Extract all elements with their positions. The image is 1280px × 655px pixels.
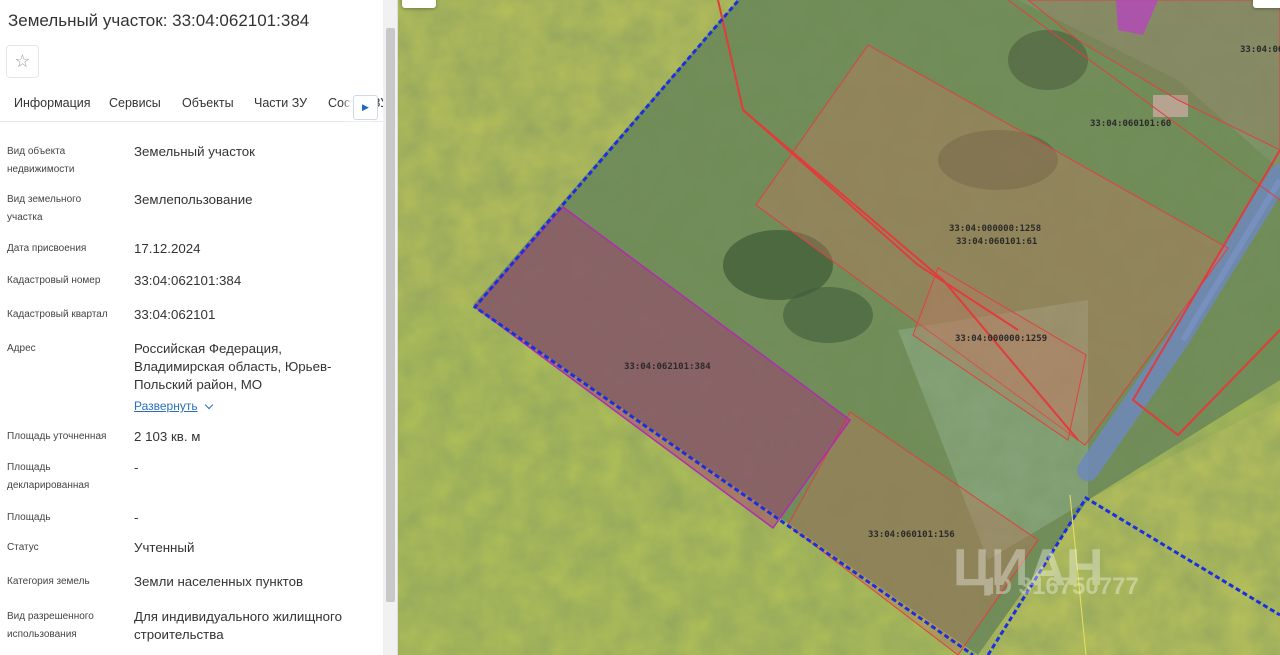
tab-bar: Информация Сервисы Объекты Части ЗУ Сост… [0,90,383,122]
field-value[interactable]: 33:04:062101 [134,306,366,324]
chevron-right-icon: ▶ [362,102,369,112]
chevron-down-icon [204,400,213,410]
field-value: Земли населенных пунктов [134,574,304,589]
map-layers-button[interactable] [1253,0,1280,8]
info-panel: Земельный участок: 33:04:062101:384 ☆ Ин… [0,0,398,655]
field-value: Земельный участок [134,144,256,159]
field-value: 2 103 кв. м [134,429,201,444]
field-label: Площадь декларированная [7,462,90,491]
field-value: - [134,510,139,525]
parcel-label: 33:04:060101:156 [868,530,955,540]
parcel-label: 33:04:000000:1258 [949,224,1041,234]
tab-services[interactable]: Сервисы [109,96,161,110]
tree-cluster [783,287,873,343]
parcel-label: 33:04:06 [1240,45,1280,55]
parcel-label: 33:04:060101:61 [956,237,1037,247]
field-label: Дата присвоения [7,243,87,254]
tab-objects[interactable]: Объекты [182,96,234,110]
field-value: Землепользование [134,192,253,207]
field-value[interactable]: 33:04:062101:384 [134,272,366,290]
field-label: Вид разрешенного использования [7,611,94,640]
parcel-label: 33:04:000000:1259 [955,334,1047,344]
parcel-label: 33:04:060101:60 [1090,119,1171,129]
field-value: - [134,460,139,475]
favorite-button[interactable]: ☆ [6,45,39,78]
expand-link-label[interactable]: Развернуть [134,399,198,413]
cadastral-map[interactable]: ЦИАН ID 316750777 33:04:062101:384 33:04… [398,0,1280,655]
watermark-id: ID 316750777 [988,573,1139,600]
field-label: Кадастровый номер [7,275,101,286]
field-label: Вид объекта недвижимости [7,146,75,175]
parcel-label: 33:04:062101:384 [624,362,711,372]
field-value: Для индивидуального жилищного строительс… [134,609,342,642]
field-label: Статус [7,542,39,553]
field-label: Площадь уточненная [7,431,107,442]
address-expand-link[interactable]: Развернуть [134,397,366,415]
tab-information[interactable]: Информация [14,96,91,110]
map-zoom-button[interactable] [402,0,436,8]
tab-parcel-parts[interactable]: Части ЗУ [254,96,307,110]
map-canvas[interactable]: ЦИАН ID 316750777 33:04:062101:384 33:04… [398,0,1280,655]
field-label: Категория земель [7,576,90,587]
scrollbar-thumb[interactable] [386,28,395,602]
field-value: Учтенный [134,540,195,555]
page-title: Земельный участок: 33:04:062101:384 [8,11,310,30]
panel-scrollbar[interactable] [383,0,397,655]
field-label: Площадь [7,512,51,523]
star-outline-icon: ☆ [14,51,31,71]
field-value: 17.12.2024 [134,241,201,256]
field-value: Российская Федерация, Владимирская облас… [134,341,332,392]
tabs-scroll-right-button[interactable]: ▶ [353,95,378,120]
field-label: Адрес [7,343,36,354]
field-label: Кадастровый квартал [7,309,108,320]
field-label: Вид земельного участка [7,194,82,223]
